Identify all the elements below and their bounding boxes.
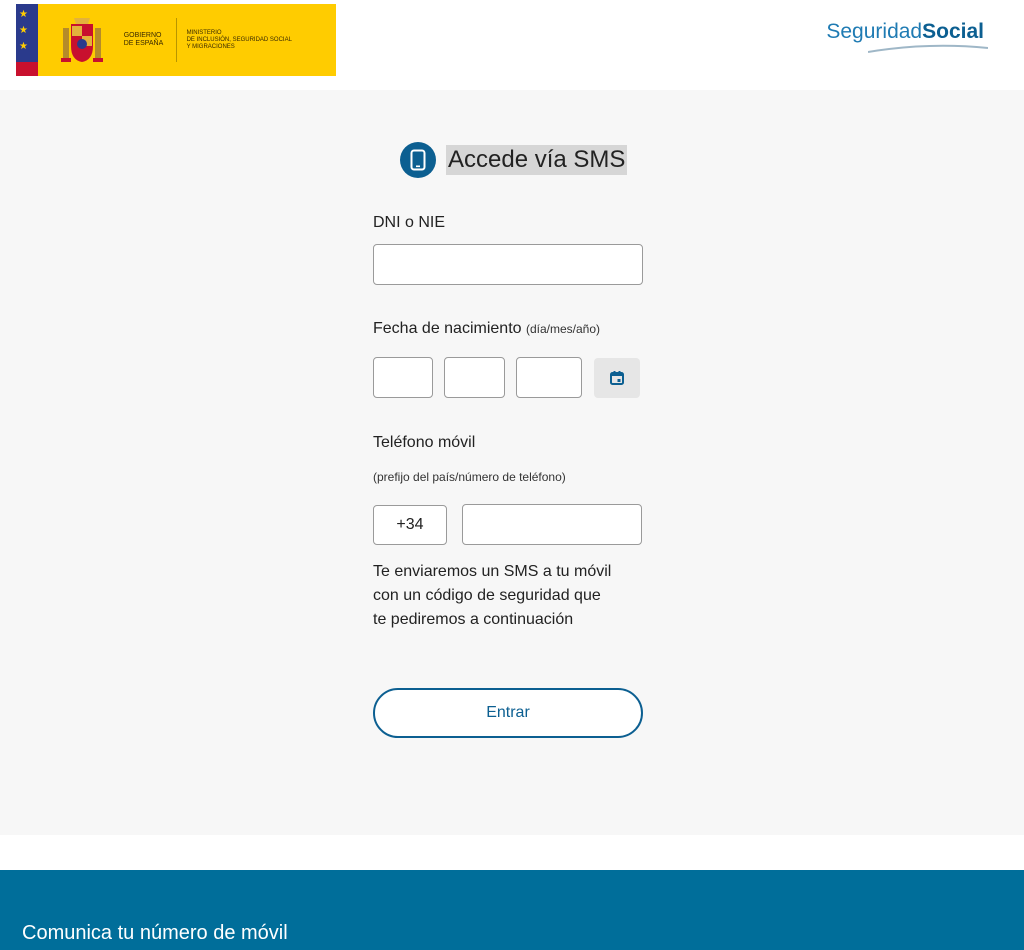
star-icon: ★ (19, 9, 28, 20)
dni-input[interactable] (373, 244, 643, 285)
info-line: Te enviaremos un SMS a tu móvil (373, 563, 612, 580)
birth-date-hint: (día/mes/año) (525, 322, 601, 336)
birth-year-input[interactable] (516, 357, 582, 398)
logo-swoosh-icon (868, 44, 988, 53)
sms-info-text: Te enviaremos un SMS a tu móvil con un c… (373, 560, 653, 632)
info-line: te pediremos a continuación (373, 611, 574, 628)
ministry-line: Y MIGRACIONES (186, 43, 235, 50)
birth-date-label-text: Fecha de nacimiento (373, 320, 522, 337)
eu-flag-strip: ★ ★ ★ (16, 4, 38, 76)
coat-of-arms-icon (56, 14, 108, 66)
star-icon: ★ (19, 25, 28, 36)
brand-bold-text: Social (922, 20, 984, 43)
birth-date-label: Fecha de nacimiento (día/mes/año) (373, 320, 600, 338)
phone-label: Teléfono móvil (373, 434, 476, 451)
phone-number-input[interactable] (462, 504, 642, 545)
info-banner: Comunica tu número de móvil (0, 870, 1024, 950)
gov-line: DE ESPAÑA (123, 40, 164, 47)
form-heading: Accede vía SMS (400, 142, 628, 178)
government-name: GOBIERNO DE ESPAÑA (124, 32, 172, 48)
page-title: Accede vía SMS (446, 145, 628, 175)
ministry-line: MINISTERIO (186, 29, 222, 36)
calendar-icon (610, 371, 624, 385)
calendar-button[interactable] (594, 358, 640, 398)
country-prefix-field[interactable]: +34 (373, 505, 447, 545)
government-logo[interactable]: ★ ★ ★ GOBIERNO DE ESPAÑA MINISTERIO DE I… (16, 4, 336, 76)
star-icon: ★ (19, 41, 28, 52)
login-form-panel: Accede vía SMS DNI o NIE Fecha de nacimi… (0, 90, 1024, 835)
ministry-name: MINISTERIO DE INCLUSIÓN, SEGURIDAD SOCIA… (187, 30, 336, 51)
birth-day-input[interactable] (373, 357, 433, 398)
logo-divider (175, 18, 177, 62)
birth-month-input[interactable] (444, 357, 505, 398)
phone-hint: (prefijo del país/número de teléfono) (373, 470, 566, 484)
brand-light-text: Seguridad (826, 20, 923, 43)
info-line: con un código de seguridad que (373, 587, 601, 604)
register-mobile-link[interactable]: Comunica tu número de móvil (22, 922, 288, 945)
site-header: ★ ★ ★ GOBIERNO DE ESPAÑA MINISTERIO DE I… (0, 0, 1024, 90)
seguridad-social-logo[interactable]: SeguridadSocial (826, 20, 984, 44)
smartphone-icon (400, 142, 436, 178)
gov-line: GOBIERNO (123, 32, 162, 39)
enter-button[interactable]: Entrar (373, 688, 643, 738)
ministry-line: DE INCLUSIÓN, SEGURIDAD SOCIAL (186, 36, 292, 43)
dni-label: DNI o NIE (373, 214, 446, 231)
